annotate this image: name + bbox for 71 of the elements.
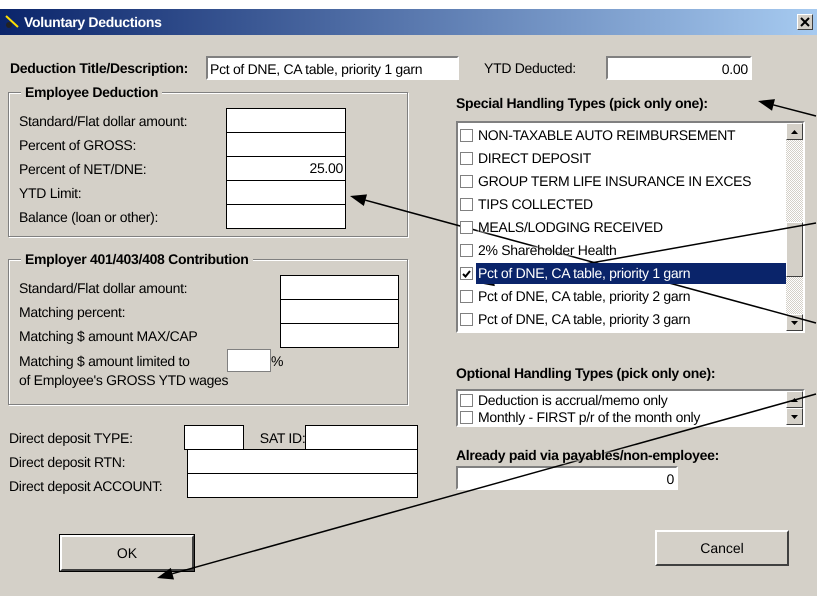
list-item[interactable]: Pct of DNE, CA table, priority 2 garn	[476, 286, 786, 307]
input-field[interactable]	[280, 299, 399, 324]
checkbox[interactable]	[460, 175, 473, 188]
field-label: Standard/Flat dollar amount:	[19, 112, 188, 128]
checkbox[interactable]	[460, 267, 473, 280]
window-title: Voluntary Deductions	[24, 14, 163, 30]
scroll-up-icon[interactable]	[791, 398, 798, 402]
list-item[interactable]: Pct of DNE, CA table, priority 1 garn	[476, 263, 786, 284]
field-label: Matching $ amount limited to	[19, 352, 191, 368]
input-field[interactable]: 0	[456, 466, 678, 490]
scroll-down-icon[interactable]	[791, 320, 798, 324]
list-item[interactable]: TIPS COLLECTED	[476, 194, 786, 215]
list-item[interactable]: GROUP TERM LIFE INSURANCE IN EXCES	[476, 171, 786, 192]
list-item[interactable]: Deduction is accrual/memo only	[476, 393, 786, 408]
dialog-button[interactable]: OK	[60, 535, 194, 571]
input-field[interactable]	[226, 204, 346, 229]
close-icon	[800, 17, 810, 27]
checkbox[interactable]	[460, 290, 473, 303]
field-label: YTD Limit:	[19, 184, 82, 200]
checkbox[interactable]	[460, 198, 473, 211]
list-item[interactable]: NON-TAXABLE AUTO REIMBURSEMENT	[476, 125, 786, 146]
group-title: Employee Deduction	[21, 84, 162, 100]
field-label: Standard/Flat dollar amount:	[19, 280, 188, 296]
input-field[interactable]	[226, 108, 346, 133]
checkbox[interactable]	[460, 221, 473, 234]
section-title: Optional Handling Types (pick only one):	[456, 365, 716, 381]
list-item[interactable]: Monthly - FIRST p/r of the month only	[476, 410, 786, 425]
field-label: Matching percent:	[19, 304, 126, 320]
scrollbar[interactable]	[786, 391, 803, 425]
field-label: Deduction Title/Description:	[10, 60, 188, 76]
input-field[interactable]	[304, 425, 418, 450]
annotation-arrow	[758, 99, 816, 117]
field-label: Direct deposit RTN:	[9, 454, 126, 470]
group-title: Employer 401/403/408 Contribution	[21, 251, 253, 267]
input-field[interactable]: Pct of DNE, CA table, priority 1 garn	[206, 56, 460, 80]
scroll-up-icon[interactable]	[791, 130, 798, 134]
dialog-button[interactable]: Cancel	[655, 530, 789, 566]
field-label: YTD Deducted:	[484, 60, 576, 76]
scroll-down-icon[interactable]	[791, 414, 798, 418]
input-field[interactable]	[186, 473, 418, 498]
input-field[interactable]	[280, 275, 399, 300]
list-item[interactable]: MEALS/LODGING RECEIVED	[476, 217, 786, 238]
unit-label: %	[271, 352, 284, 368]
field-label: Matching $ amount MAX/CAP	[19, 328, 198, 344]
field-label: Balance (loan or other):	[19, 208, 160, 224]
field-label: Percent of NET/DNE:	[19, 160, 148, 176]
checkbox[interactable]	[460, 394, 473, 407]
input-field[interactable]	[186, 449, 418, 474]
field-label: Direct deposit ACCOUNT:	[9, 478, 164, 494]
app-icon	[4, 14, 20, 30]
checkbox[interactable]	[460, 313, 473, 326]
field-label: Direct deposit TYPE:	[9, 430, 134, 446]
list-item[interactable]: Pct of DNE, CA table, priority 3 garn	[476, 309, 786, 330]
section-title: Special Handling Types (pick only one):	[456, 95, 708, 111]
input-field[interactable]	[184, 425, 244, 450]
checkbox[interactable]	[460, 152, 473, 165]
input-field[interactable]	[227, 349, 271, 372]
input-field[interactable]: 25.00	[226, 156, 346, 181]
checkbox[interactable]	[460, 244, 473, 257]
field-label: SAT ID:	[258, 430, 305, 446]
input-field[interactable]	[280, 323, 399, 348]
checkbox[interactable]	[460, 411, 473, 424]
scrollbar[interactable]	[786, 123, 803, 331]
checkbox[interactable]	[460, 129, 473, 142]
field-label: Percent of GROSS:	[19, 136, 138, 152]
input-field[interactable]: 0.00	[606, 56, 752, 80]
field-label: of Employee's GROSS YTD wages	[19, 372, 230, 388]
input-field[interactable]	[226, 132, 346, 157]
input-field[interactable]	[226, 180, 346, 205]
close-button[interactable]	[797, 14, 813, 30]
list-item[interactable]: DIRECT DEPOSIT	[476, 148, 786, 169]
